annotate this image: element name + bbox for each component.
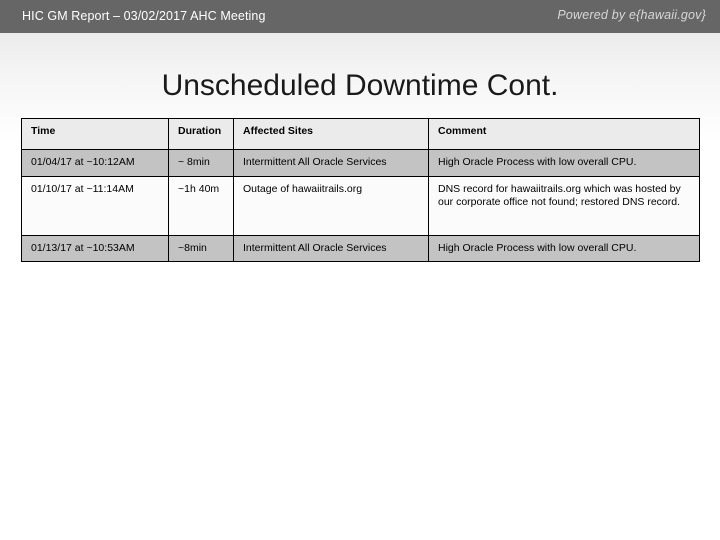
column-header-duration: Duration [168,118,234,150]
cell-time: 01/13/17 at ~10:53AM [21,234,169,262]
table-row: 01/04/17 at ~10:12AM ~ 8min Intermittent… [21,149,700,177]
header-bar: HIC GM Report – 03/02/2017 AHC Meeting P… [0,0,720,33]
downtime-table: Time Duration Affected Sites Comment 01/… [21,118,700,262]
cell-duration: ~1h 40m [168,175,234,236]
page-title: Unscheduled Downtime Cont. [161,69,559,102]
cell-comment: High Oracle Process with low overall CPU… [428,234,700,262]
column-header-affected-sites: Affected Sites [233,118,429,150]
slide-canvas: HIC GM Report – 03/02/2017 AHC Meeting P… [0,0,720,540]
cell-time: 01/04/17 at ~10:12AM [21,149,169,177]
cell-affected-sites: Outage of hawaiitrails.org [233,175,429,236]
column-header-time: Time [21,118,169,150]
ehawaii-logo: Powered by e{hawaii.gov} [557,8,706,22]
table-row: 01/10/17 at ~11:14AM ~1h 40m Outage of h… [21,175,700,236]
cell-comment: DNS record for hawaiitrails.org which wa… [428,175,700,236]
table-header-row: Time Duration Affected Sites Comment [21,118,700,150]
column-header-comment: Comment [428,118,700,150]
cell-affected-sites: Intermittent All Oracle Services [233,234,429,262]
downtime-table-container: Time Duration Affected Sites Comment 01/… [21,118,700,262]
cell-duration: ~ 8min [168,149,234,177]
header-title: HIC GM Report – 03/02/2017 AHC Meeting [22,9,266,23]
table-row: 01/13/17 at ~10:53AM ~8min Intermittent … [21,234,700,262]
cell-duration: ~8min [168,234,234,262]
cell-comment: High Oracle Process with low overall CPU… [428,149,700,177]
cell-time: 01/10/17 at ~11:14AM [21,175,169,236]
cell-affected-sites: Intermittent All Oracle Services [233,149,429,177]
